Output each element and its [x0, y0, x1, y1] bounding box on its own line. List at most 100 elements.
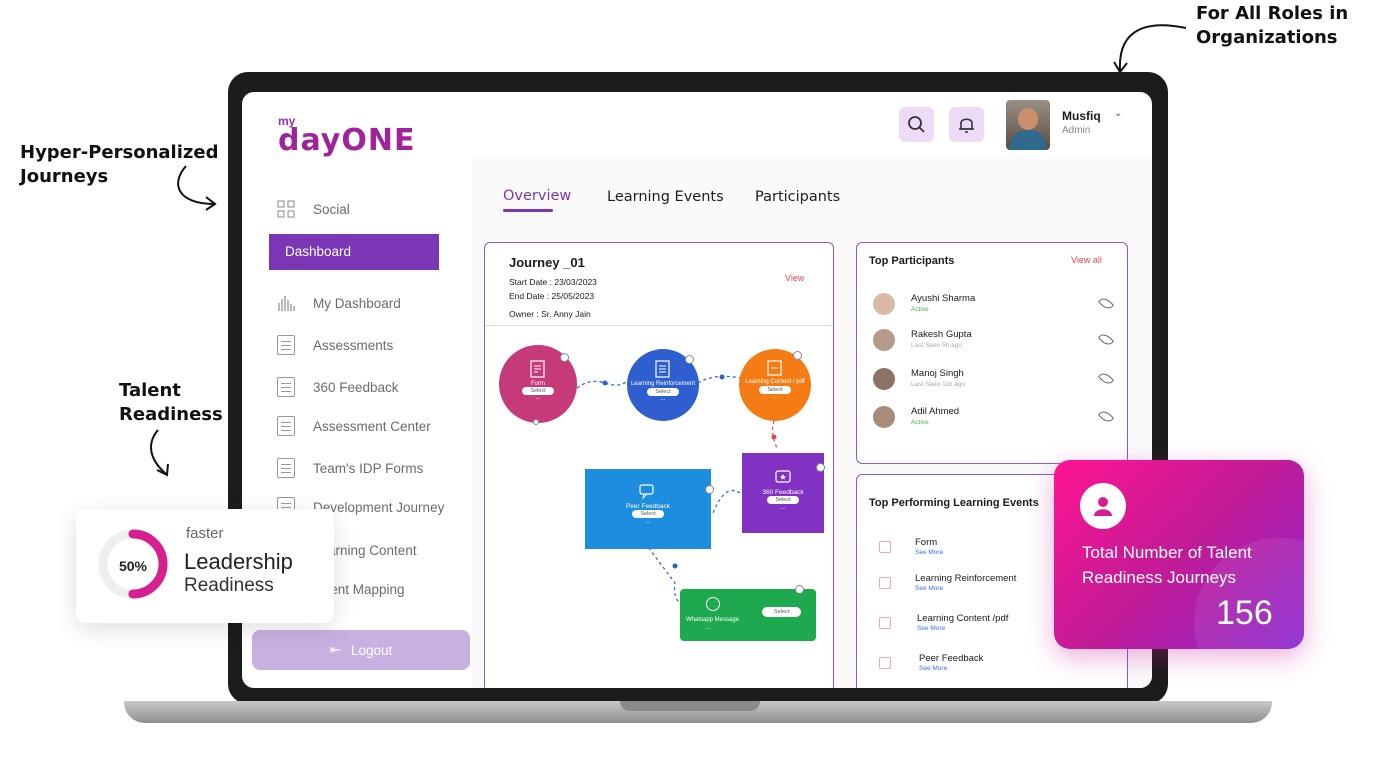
journey-end-date: End Date : 25/05/2023: [509, 291, 595, 301]
document-icon: [277, 335, 295, 355]
node-handle[interactable]: [533, 419, 539, 425]
node-more-icon[interactable]: ...: [627, 396, 699, 402]
participant-status: Last Seen 11h ago: [911, 381, 966, 388]
eye-icon[interactable]: [1097, 370, 1115, 387]
node-label: Peer Feedback: [625, 503, 671, 510]
node-more-icon[interactable]: ...: [739, 394, 811, 400]
sidebar-item-assessments[interactable]: Assessments: [277, 335, 393, 355]
pdf-icon: [879, 617, 891, 629]
notification-button[interactable]: [949, 107, 984, 142]
sidebar-item-assessment-center[interactable]: Assessment Center: [277, 416, 431, 436]
delete-icon[interactable]: [685, 355, 694, 364]
node-learning-content[interactable]: Learning Content / pdf Select ...: [739, 349, 811, 421]
node-peer-feedback[interactable]: Peer Feedback Select ...: [585, 469, 711, 549]
app-screen: my dayONE Musfiq Admin ⌄ Social Dashboar…: [242, 92, 1152, 688]
participant-name: Rakesh Gupta: [911, 329, 972, 340]
talent-card-label: Total Number of Talent Readiness Journey…: [1082, 543, 1252, 587]
form-icon: [879, 541, 891, 553]
node-label: 360 Feedback: [762, 489, 804, 496]
node-select-button[interactable]: Select: [632, 510, 664, 518]
laptop-notch: [620, 701, 760, 711]
eye-icon[interactable]: [1097, 295, 1115, 312]
tab-overview[interactable]: Overview: [503, 188, 571, 204]
arrow-icon: [177, 165, 217, 211]
eye-icon[interactable]: [1097, 408, 1115, 425]
participant-row[interactable]: Ayushi Sharma Active: [873, 293, 1115, 323]
participant-row[interactable]: Adil Ahmed Active: [873, 406, 1115, 436]
user-icon: [1080, 483, 1126, 529]
node-more-icon[interactable]: ...: [499, 395, 577, 401]
card-title-line1: Leadership: [184, 549, 293, 574]
delete-icon[interactable]: [793, 351, 802, 360]
avatar: [873, 293, 895, 315]
sidebar-item-social[interactable]: Social: [277, 200, 350, 218]
event-name: Learning Reinforcement: [915, 573, 1017, 584]
arrow-icon: [150, 429, 169, 477]
see-more-link[interactable]: See More: [917, 625, 945, 632]
sidebar-item-360-feedback[interactable]: 360 Feedback: [277, 377, 399, 397]
leadership-readiness-card: 50% faster Leadership Readiness: [76, 509, 334, 623]
document-icon: [879, 577, 891, 589]
user-name: Musfiq: [1062, 109, 1101, 123]
delete-icon[interactable]: [705, 485, 714, 494]
node-360-feedback[interactable]: 360 Feedback Select ...: [742, 453, 824, 533]
sidebar-label: My Dashboard: [313, 295, 401, 311]
form-icon: [530, 360, 545, 378]
app-logo[interactable]: my dayONE: [278, 115, 416, 158]
participant-row[interactable]: Rakesh Gupta Last Seen 5h ago: [873, 329, 1115, 359]
eye-icon[interactable]: [1097, 331, 1115, 348]
sidebar-label: Assessments: [313, 337, 394, 353]
node-more-icon[interactable]: ...: [585, 518, 711, 525]
divider: [485, 325, 833, 326]
delete-icon[interactable]: [795, 585, 804, 594]
participant-status: Active: [911, 419, 929, 426]
node-select-button[interactable]: Select: [522, 387, 554, 395]
tab-learning-events[interactable]: Learning Events: [607, 189, 724, 205]
sidebar-label: Assessment Center: [313, 418, 431, 434]
participant-name: Adil Ahmed: [911, 406, 960, 417]
logout-button[interactable]: ⇤ Logout: [252, 630, 470, 670]
logo-main: dayONE: [278, 123, 416, 158]
node-select-button[interactable]: Select: [762, 607, 802, 617]
delete-icon[interactable]: [816, 463, 825, 472]
event-name: Learning Content /pdf: [917, 613, 1009, 624]
journey-view-link[interactable]: View: [785, 273, 804, 283]
sidebar-item-idp-forms[interactable]: Team's IDP Forms: [277, 458, 423, 478]
whatsapp-icon: [706, 597, 720, 611]
card-caption: faster: [186, 525, 224, 542]
search-button[interactable]: [899, 107, 934, 142]
bell-icon: [959, 118, 974, 133]
journey-owner: Owner : Sr. Anny Jain: [509, 309, 591, 319]
card-title-line2: Readiness: [184, 575, 274, 596]
chevron-down-icon[interactable]: ⌄: [1114, 108, 1122, 119]
see-more-link[interactable]: See More: [919, 665, 947, 672]
tab-participants[interactable]: Participants: [755, 189, 840, 205]
sidebar-item-my-dashboard[interactable]: My Dashboard: [277, 294, 401, 312]
sidebar-item-dashboard[interactable]: Dashboard: [269, 234, 439, 270]
journey-card: Journey _01 Start Date : 23/03/2023 End …: [484, 242, 834, 688]
avatar: [873, 329, 895, 351]
node-whatsapp[interactable]: Whatsapp Message ... Select: [680, 589, 816, 641]
talent-readiness-card: Total Number of Talent Readiness Journey…: [1054, 460, 1304, 649]
search-icon: [908, 116, 925, 133]
callout-for-all-roles: For All Roles in Organizations: [1196, 3, 1349, 48]
journey-title: Journey _01: [509, 255, 585, 270]
chat-icon: [879, 657, 891, 669]
see-more-link[interactable]: See More: [915, 549, 943, 556]
bar-chart-icon: [278, 296, 295, 311]
top-participants-card: Top Participants View all Ayushi Sharma …: [856, 242, 1128, 464]
avatar: [873, 368, 895, 390]
view-all-link[interactable]: View all: [1071, 255, 1102, 265]
node-select-button[interactable]: Select: [759, 386, 791, 394]
node-select-button[interactable]: Select: [647, 388, 679, 396]
delete-icon[interactable]: [560, 353, 569, 362]
node-more-icon[interactable]: ...: [706, 625, 711, 631]
node-select-button[interactable]: Select: [767, 496, 799, 504]
participant-row[interactable]: Manoj Singh Last Seen 11h ago: [873, 368, 1115, 398]
sidebar-label: Social: [313, 201, 350, 217]
user-avatar[interactable]: [1006, 100, 1050, 150]
node-more-icon[interactable]: ...: [742, 504, 824, 511]
feedback-icon: [775, 470, 791, 483]
see-more-link[interactable]: See More: [915, 585, 943, 592]
participant-status: Last Seen 5h ago: [911, 342, 962, 349]
